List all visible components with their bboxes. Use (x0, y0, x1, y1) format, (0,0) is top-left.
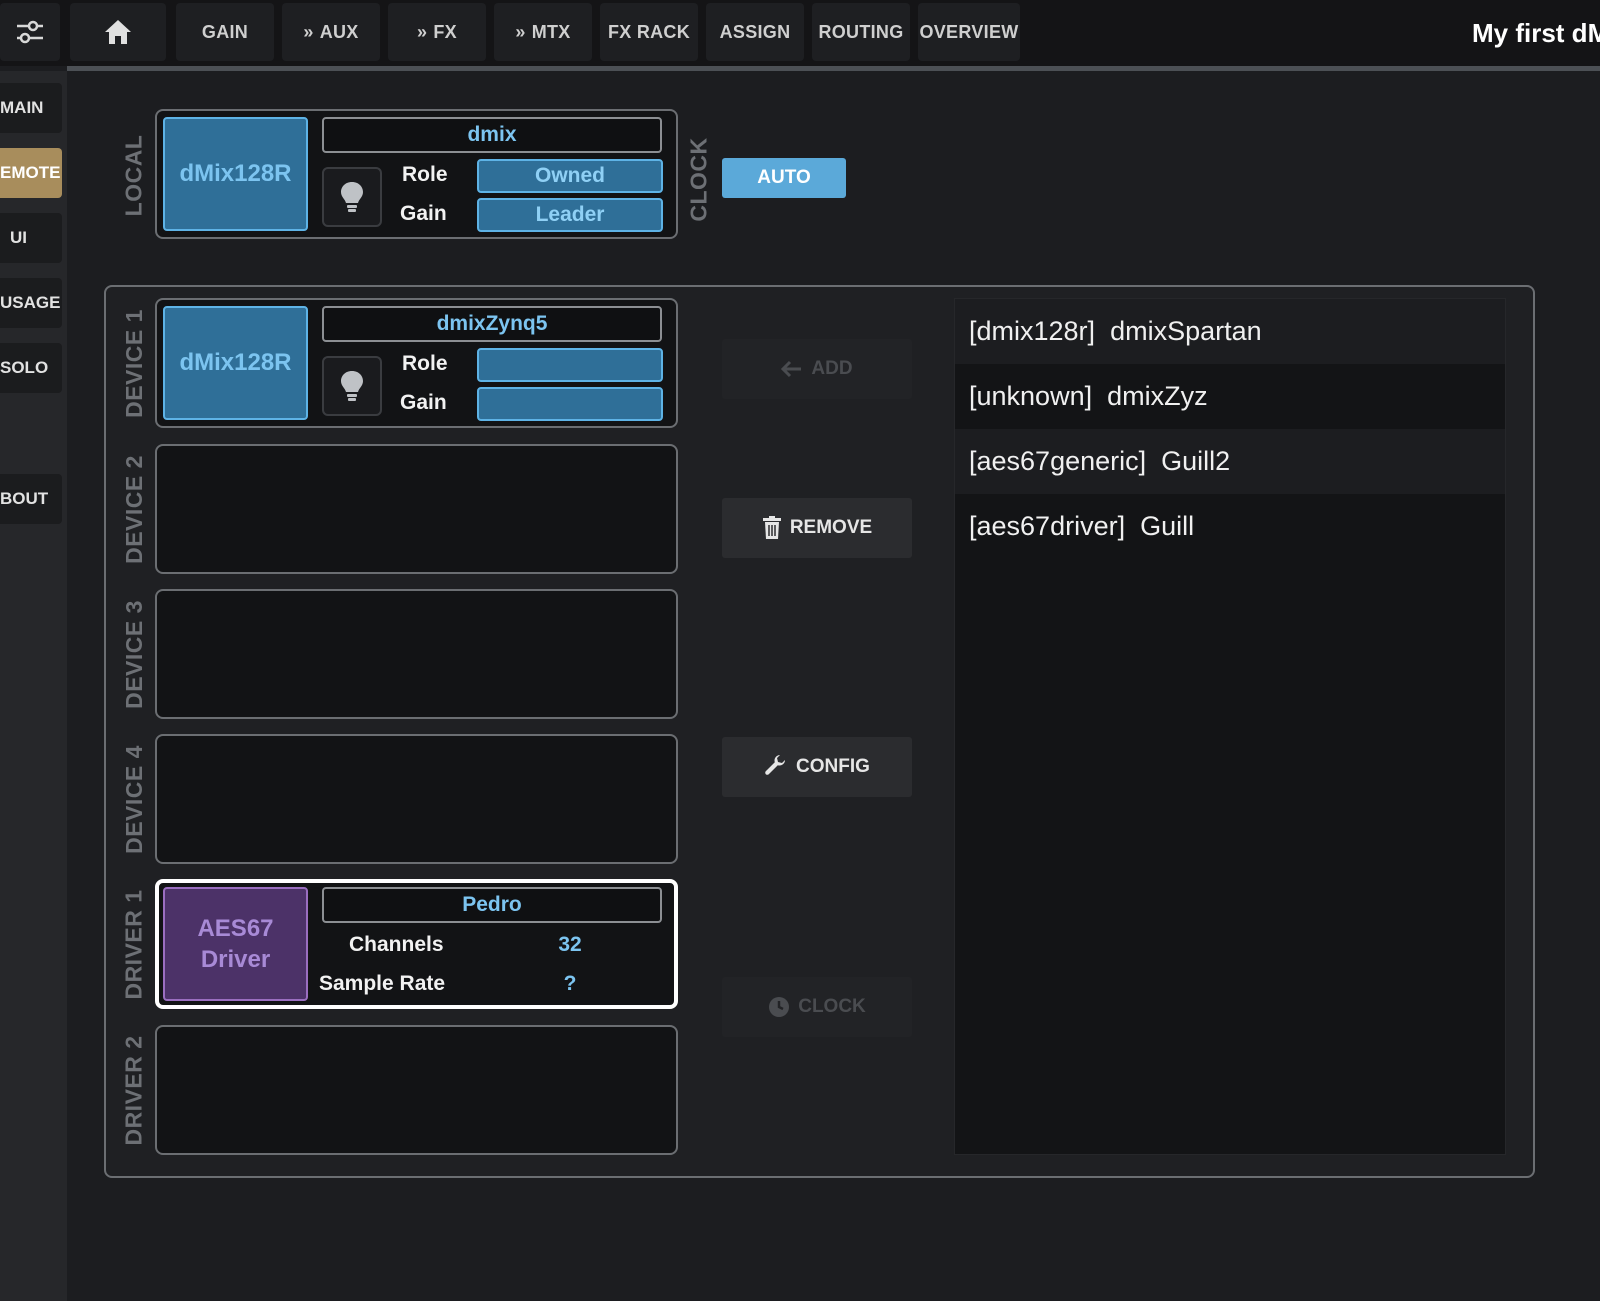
chevron-right-icon: » (515, 21, 526, 42)
sidebar-item-about[interactable]: BOUT (0, 474, 62, 524)
chevron-right-icon: » (303, 21, 314, 42)
tab-assign[interactable]: ASSIGN (706, 3, 804, 61)
device-3-slot[interactable] (155, 589, 678, 719)
identify-button[interactable] (322, 167, 382, 227)
sidebar-item-main[interactable]: MAIN (0, 83, 62, 133)
device-type-badge: dMix128R (163, 306, 308, 420)
identify-button[interactable] (322, 356, 382, 416)
device-3-label: DEVICE 3 (120, 599, 147, 709)
clock-label: CLOCK (685, 136, 712, 222)
config-button[interactable]: CONFIG (722, 737, 912, 797)
device-type-badge: dMix128R (163, 117, 308, 231)
device-name-field[interactable]: dmix (322, 117, 662, 153)
gain-label: Gain (400, 391, 447, 414)
clock-icon (769, 997, 790, 1017)
sidebar-item-usage[interactable]: USAGE (0, 278, 62, 328)
driver-2-label: DRIVER 2 (120, 1034, 147, 1146)
remove-button[interactable]: REMOVE (722, 498, 912, 558)
tab-mtx[interactable]: » MTX (494, 3, 592, 61)
driver-1-slot[interactable]: AES67 Driver Pedro Channels 32 Sample Ra… (155, 879, 678, 1009)
role-label: Role (402, 163, 448, 186)
device-2-label: DEVICE 2 (120, 454, 147, 564)
tab-fx[interactable]: » FX (388, 3, 486, 61)
role-value[interactable] (477, 348, 663, 382)
app-title: My first dM (1472, 18, 1600, 48)
role-label: Role (402, 352, 448, 375)
driver-1-label: DRIVER 1 (120, 888, 147, 1000)
device-1-label: DEVICE 1 (120, 308, 147, 418)
device-1-slot[interactable]: dMix128R dmixZynq5 Role Gain (155, 298, 678, 428)
clock-button[interactable]: CLOCK (722, 977, 912, 1037)
arrow-left-icon (781, 360, 802, 378)
home-button[interactable] (70, 3, 166, 61)
device-4-label: DEVICE 4 (120, 744, 147, 854)
gain-value[interactable]: Leader (477, 198, 663, 232)
list-item[interactable]: [aes67driver] Guill (955, 494, 1505, 559)
list-item[interactable]: [aes67generic] Guill2 (955, 429, 1505, 494)
channels-label: Channels (349, 933, 444, 956)
wrench-icon (765, 755, 786, 775)
sliders-icon (17, 20, 43, 44)
add-button[interactable]: ADD (722, 339, 912, 399)
tab-underline (67, 66, 1600, 71)
tab-routing[interactable]: ROUTING (812, 3, 910, 61)
chevron-right-icon: » (417, 21, 428, 42)
tab-fx-rack[interactable]: FX RACK (600, 3, 698, 61)
sample-rate-label: Sample Rate (319, 972, 446, 995)
gain-label: Gain (400, 202, 447, 225)
sample-rate-value: ? (563, 972, 577, 995)
role-value[interactable]: Owned (477, 159, 663, 193)
discovered-devices-list: [dmix128r] dmixSpartan [unknown] dmixZyz… (954, 298, 1506, 1155)
sidebar-item-solo[interactable]: SOLO (0, 343, 62, 393)
channels-value: 32 (558, 933, 582, 956)
local-device-card[interactable]: dMix128R dmix Role Owned Gain Leader (155, 109, 678, 239)
device-2-slot[interactable] (155, 444, 678, 574)
driver-type-badge: AES67 Driver (163, 887, 308, 1001)
sidebar-item-remote[interactable]: EMOTE (0, 148, 62, 198)
trash-icon (762, 516, 781, 539)
device-name-field[interactable]: dmixZynq5 (322, 306, 662, 342)
tab-aux[interactable]: » AUX (282, 3, 380, 61)
tab-gain[interactable]: GAIN (176, 3, 274, 61)
settings-button[interactable] (0, 3, 60, 61)
sidebar-item-ui[interactable]: UI (0, 213, 62, 263)
list-item[interactable]: [unknown] dmixZyz (955, 364, 1505, 429)
list-item[interactable]: [dmix128r] dmixSpartan (955, 299, 1505, 364)
local-label: LOCAL (120, 134, 147, 216)
tab-overview[interactable]: OVERVIEW (918, 3, 1020, 61)
driver-2-slot[interactable] (155, 1025, 678, 1155)
top-bar: GAIN » AUX » FX » MTX FX RACK ASSIGN ROUTIN… (0, 0, 1600, 66)
clock-auto-button[interactable]: AUTO (722, 158, 846, 198)
driver-name-field[interactable]: Pedro (322, 887, 662, 923)
device-4-slot[interactable] (155, 734, 678, 864)
gain-value[interactable] (477, 387, 663, 421)
lightbulb-icon (341, 182, 363, 212)
home-icon (105, 20, 131, 44)
lightbulb-icon (341, 371, 363, 401)
